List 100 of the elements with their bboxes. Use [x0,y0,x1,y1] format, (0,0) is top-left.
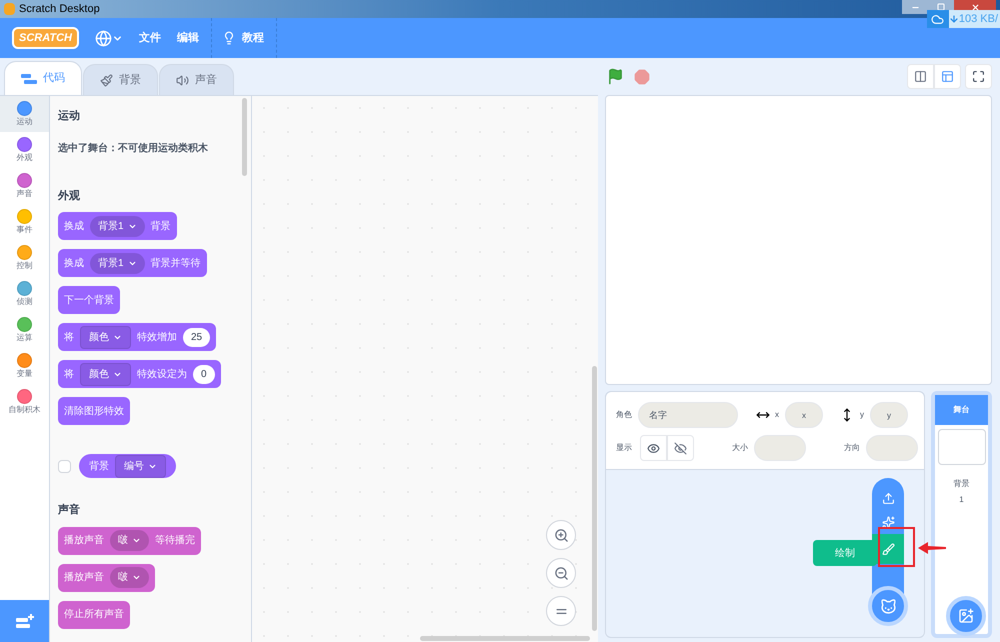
stage-header: 舞台 [935,395,988,425]
block-text: 特效设定为 [137,368,187,382]
large-stage-button[interactable] [934,64,961,89]
code-block[interactable]: 换成 背景1 背景并等待 [58,249,207,277]
checkbox[interactable] [58,460,71,472]
extension-icon [14,613,34,629]
zoom-out-button[interactable] [546,558,576,588]
block-dropdown[interactable]: 背景1 [90,252,145,274]
code-icon [21,74,37,84]
image-plus-icon [958,608,974,624]
flag-icon [607,68,624,85]
block-text: 背景并等待 [150,256,201,270]
size-field[interactable] [754,435,806,461]
category-item[interactable]: 事件 [0,204,49,240]
notice-text: 选中了舞台：不可使用运动类积木 [58,142,209,156]
code-block[interactable]: 将 颜色 特效设定为 0 [58,360,221,388]
fullscreen-button[interactable] [965,64,992,89]
block-dropdown[interactable]: 背景1 [90,216,145,236]
globe-icon [94,30,112,46]
choose-sprite-button[interactable] [868,586,908,626]
block-text: 背景 [89,460,109,474]
download-speed: 103 KB/ [958,12,999,27]
arrow-icon [918,541,946,555]
field-label: 显示 [616,442,632,454]
menu-item[interactable]: 编辑 [176,30,199,46]
small-stage-button[interactable] [907,64,934,89]
category-item[interactable]: 声音 [0,168,49,204]
show-button[interactable] [640,435,667,461]
tooltip: 绘制 [813,540,877,566]
zoom-out-icon [554,566,568,580]
category-heading: 声音 [58,502,81,518]
code-block[interactable]: 停止所有声音 [58,600,130,628]
reset-zoom-button[interactable] [546,596,576,626]
menu-item[interactable]: 文件 [138,30,161,46]
scrollbar[interactable] [420,636,590,641]
category-item[interactable]: 自制积木 [0,384,49,420]
speaker-icon [176,74,189,86]
block-text: 停止所有声音 [64,608,124,622]
category-item[interactable]: 运算 [0,312,49,348]
close-icon [970,2,980,12]
caret-icon [132,536,141,545]
small-stage-icon [914,70,927,83]
editor-tab[interactable]: 代码 [4,61,82,95]
add-extension-button[interactable] [0,600,49,642]
editor-tab[interactable]: 声音 [159,64,234,95]
upload-icon [882,492,894,504]
block-dropdown[interactable]: 编号 [115,454,166,478]
stop-icon [634,68,650,84]
scrollbar[interactable] [242,98,247,176]
cloud-icon [931,12,944,26]
stage-selector[interactable]: 舞台 背景 1 [931,391,992,638]
category-item[interactable]: 控制 [0,240,49,276]
stop-button[interactable] [634,68,650,84]
editor-tab[interactable]: 背景 [83,64,158,95]
code-block[interactable]: 播放声音 啵 等待播完 [58,526,201,554]
language-menu[interactable] [94,30,123,46]
block-dropdown[interactable]: 啵 [110,567,149,588]
block-number-input[interactable]: 0 [193,364,215,384]
code-block[interactable]: 将 颜色 特效增加 25 [58,323,216,351]
category-item[interactable]: 外观 [0,132,49,168]
field-label: 大小 [732,442,748,454]
block-text: 等待播完 [155,534,195,548]
x-field[interactable]: x [785,402,823,428]
eye-icon [647,442,660,454]
block-dropdown[interactable]: 啵 [110,530,149,551]
block-text: 背景 [150,220,171,234]
block-text: 将 [64,330,74,344]
direction-field[interactable] [866,435,918,461]
hide-button[interactable] [667,435,694,461]
block-dropdown[interactable]: 颜色 [80,362,131,386]
y-field[interactable]: y [870,402,908,428]
sparkles-icon [882,516,894,528]
zoom-in-button[interactable] [546,520,576,550]
large-stage-icon [941,70,954,83]
window-title: Scratch Desktop [19,2,100,17]
block-text: 换成 [64,256,84,270]
caret-icon [132,573,141,582]
reporter-block[interactable]: 背景 编号 [79,454,176,478]
category-item[interactable]: 变量 [0,348,49,384]
code-block[interactable]: 换成 背景1 背景 [58,212,177,240]
block-dropdown[interactable]: 颜色 [80,326,131,348]
sprite-name-field[interactable]: 名字 [638,402,738,428]
code-block[interactable]: 播放声音 啵 [58,564,155,592]
choose-backdrop-button[interactable] [946,596,986,636]
category-item[interactable]: 侦测 [0,276,49,312]
flag-button[interactable] [607,68,624,85]
maximize-icon [937,3,945,11]
block-text: 下一个背景 [64,294,114,308]
code-block[interactable]: 清除图形特效 [58,397,130,425]
block-number-input[interactable]: 25 [183,328,210,346]
tutorials-button[interactable]: 教程 [222,30,264,46]
block-text: 特效增加 [137,330,177,344]
scrollbar[interactable] [592,366,597,631]
code-block[interactable]: 下一个背景 [58,286,120,314]
field-label: x [775,409,779,421]
block-text: 换成 [64,220,84,234]
category-item[interactable]: 运动 [0,96,49,132]
category-heading: 外观 [58,188,81,204]
backdrops-label: 背景 [954,478,970,490]
category-heading: 运动 [58,108,81,124]
